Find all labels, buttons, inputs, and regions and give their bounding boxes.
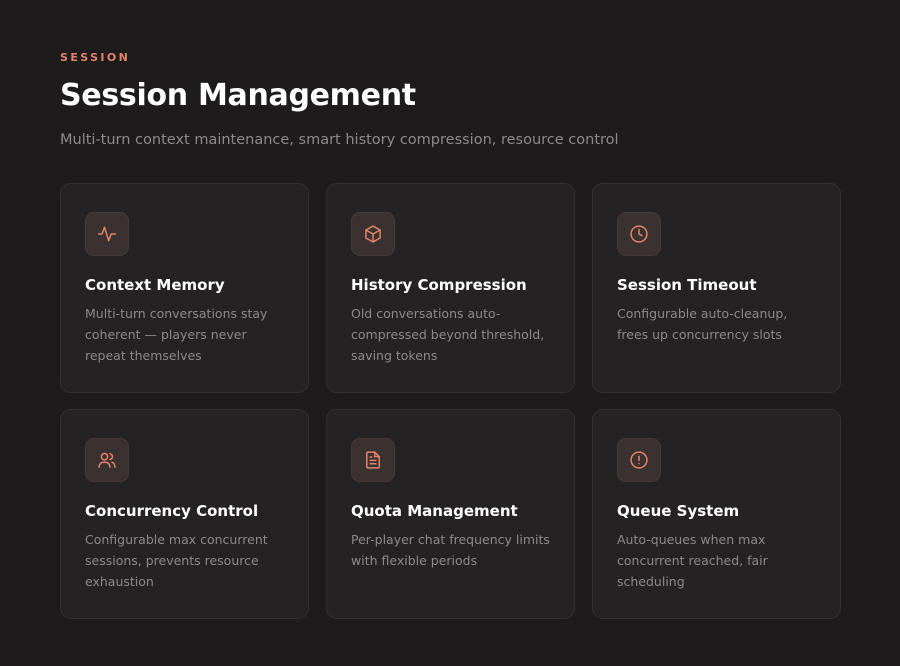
feature-grid: Context Memory Multi-turn conversations … — [60, 183, 841, 619]
page-subtitle: Multi-turn context maintenance, smart hi… — [60, 132, 619, 148]
section-eyebrow: SESSION — [60, 51, 131, 64]
activity-icon — [85, 212, 129, 256]
feature-card-context-memory: Context Memory Multi-turn conversations … — [60, 183, 309, 393]
cube-icon — [351, 212, 395, 256]
feature-card-title: Queue System — [617, 502, 740, 520]
feature-card-session-timeout: Session Timeout Configurable auto-cleanu… — [592, 183, 841, 393]
feature-card-description: Configurable auto-cleanup, frees up conc… — [617, 306, 788, 342]
feature-card-title: Session Timeout — [617, 276, 757, 294]
page-title: Session Management — [60, 78, 416, 113]
alert-circle-icon — [617, 438, 661, 482]
feature-card-history-compression: History Compression Old conversations au… — [326, 183, 575, 393]
feature-card-description: Per-player chat frequency limits with fl… — [351, 532, 550, 568]
document-icon — [351, 438, 395, 482]
feature-card-title: Quota Management — [351, 502, 518, 520]
clock-icon — [617, 212, 661, 256]
session-management-section: SESSION Session Management Multi-turn co… — [0, 0, 900, 666]
feature-card-concurrency-control: Concurrency Control Configurable max con… — [60, 409, 309, 619]
feature-card-title: Context Memory — [85, 276, 225, 294]
feature-card-description: Old conversations auto-compressed beyond… — [351, 306, 545, 363]
feature-card-queue-system: Queue System Auto-queues when max concur… — [592, 409, 841, 619]
feature-card-description: Configurable max concurrent sessions, pr… — [85, 532, 268, 589]
feature-card-description: Multi-turn conversations stay coherent —… — [85, 306, 268, 363]
feature-card-description: Auto-queues when max concurrent reached,… — [617, 532, 768, 589]
feature-card-quota-management: Quota Management Per-player chat frequen… — [326, 409, 575, 619]
users-icon — [85, 438, 129, 482]
feature-card-title: History Compression — [351, 276, 527, 294]
feature-card-title: Concurrency Control — [85, 502, 259, 520]
